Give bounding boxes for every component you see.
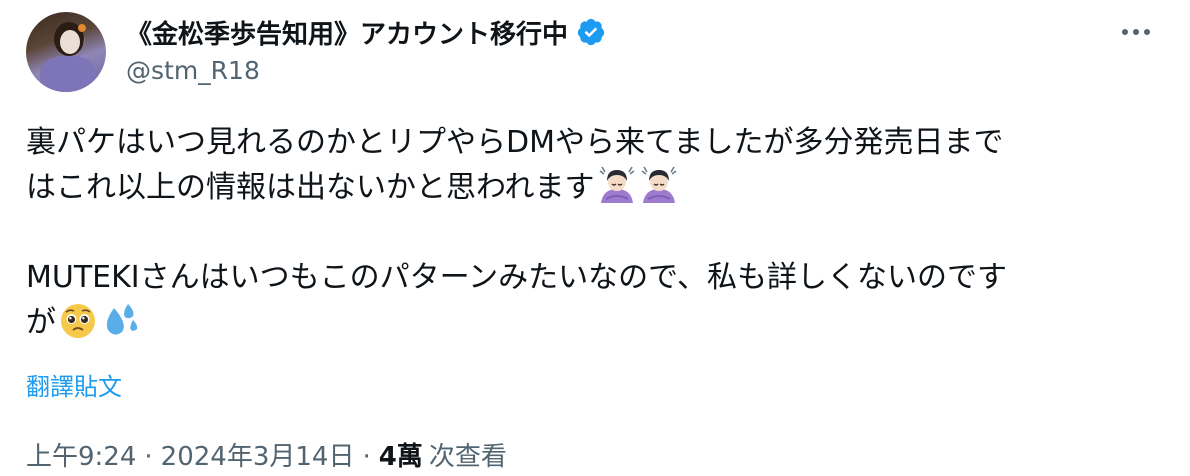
pleading-face-emoji-icon xyxy=(61,304,95,338)
person-bowing-emoji-icon xyxy=(599,166,634,203)
tweet-line-text: はこれ以上の情報は出ないかと思われます xyxy=(26,170,595,205)
meta-separator: · xyxy=(144,442,153,472)
tweet-metadata: 上午9:24 · 2024年3月14日 · 4萬 次查看 xyxy=(26,436,507,473)
tweet-time[interactable]: 上午9:24 xyxy=(26,436,136,473)
avatar-hair-flower xyxy=(78,24,86,32)
tweet-line-text: MUTEKIさんはいつもこのパターンみたいなので、私も詳しくないのです xyxy=(26,260,1007,295)
more-dot-icon xyxy=(1122,29,1128,35)
tweet-line-text: が xyxy=(26,305,56,340)
more-dot-icon xyxy=(1133,29,1139,35)
more-options-button[interactable] xyxy=(1118,20,1154,44)
tweet-line-text: 裏パケはいつ見れるのかとリプやらDMやら来てましたが多分発売日まで xyxy=(26,125,1004,160)
tweet-line: が xyxy=(26,300,1156,345)
tweet-line: 裏パケはいつ見れるのかとリプやらDMやら来てましたが多分発売日まで xyxy=(26,120,1156,165)
meta-separator: · xyxy=(362,442,371,472)
more-dot-icon xyxy=(1144,29,1150,35)
avatar[interactable] xyxy=(26,12,106,92)
verified-badge-icon xyxy=(577,18,605,46)
author-name-row: 《金松季歩告知用》アカウント移行中 xyxy=(126,12,606,52)
sweat-droplets-emoji-icon xyxy=(106,304,138,335)
tweet-date[interactable]: 2024年3月14日 xyxy=(161,436,355,473)
person-bowing-emoji-icon xyxy=(641,166,676,203)
translate-post-link[interactable]: 翻譯貼文 xyxy=(26,367,122,402)
views-label: 次查看 xyxy=(428,442,507,472)
views-count: 4萬 xyxy=(378,442,423,472)
tweet-line: はこれ以上の情報は出ないかと思われます xyxy=(26,165,1156,210)
tweet-text: 裏パケはいつ見れるのかとリプやらDMやら来てましたが多分発売日まで はこれ以上の… xyxy=(26,120,1156,345)
author-display-name[interactable]: 《金松季歩告知用》アカウント移行中 xyxy=(126,14,568,51)
tweet-line: MUTEKIさんはいつもこのパターンみたいなので、私も詳しくないのです xyxy=(26,255,1156,300)
author-handle[interactable]: @stm_R18 xyxy=(126,56,260,85)
avatar-figure-body xyxy=(40,56,96,92)
avatar-figure-face xyxy=(60,30,80,54)
